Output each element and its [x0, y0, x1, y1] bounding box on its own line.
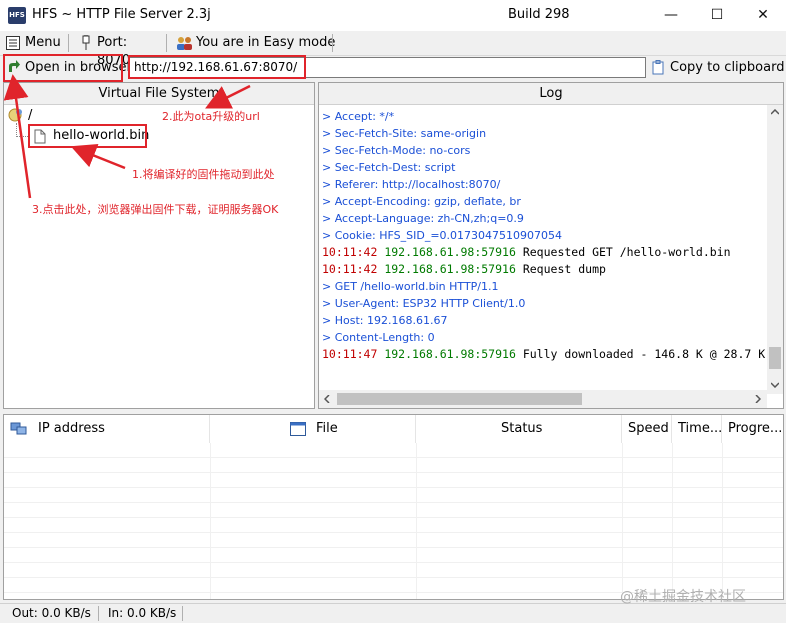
annotation-note-drag: 1.将编译好的固件拖动到此处: [132, 168, 275, 181]
annotation-arrows: [3, 74, 251, 199]
watermark: @稀土掘金技术社区: [620, 589, 746, 605]
annotation-note-url: 2.此为ota升级的url: [162, 110, 260, 123]
annotation-note-click: 3.点击此处，浏览器弹出固件下载，证明服务器OK: [32, 203, 279, 216]
